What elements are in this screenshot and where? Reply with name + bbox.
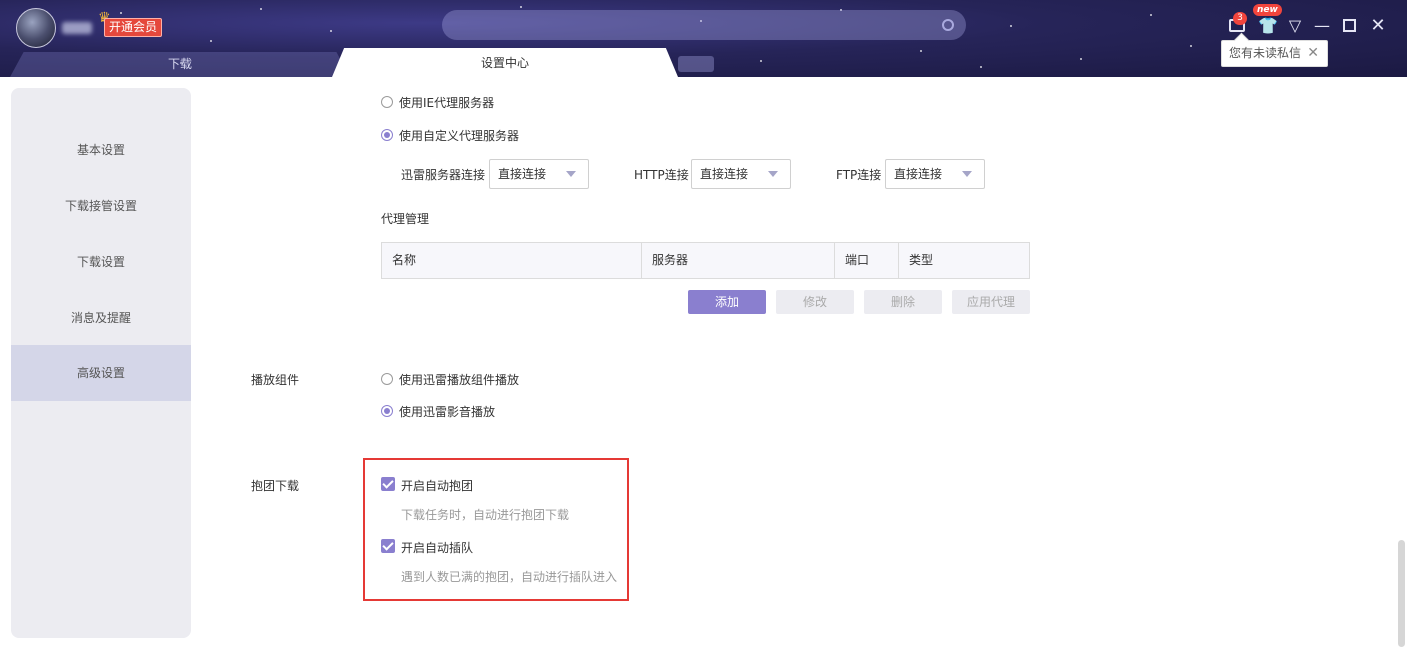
radio-custom-proxy[interactable] [381, 129, 393, 141]
menu-icon[interactable]: ▽ [1286, 17, 1304, 35]
close-icon[interactable]: ✕ [1307, 41, 1319, 66]
proxy-table-header: 名称 服务器 端口 类型 [381, 242, 1030, 279]
apply-proxy-button[interactable]: 应用代理 [952, 290, 1030, 314]
ftp-connection-select[interactable]: 直接连接 [885, 159, 985, 189]
vip-button[interactable]: 开通会员 [104, 18, 163, 37]
mail-count-badge: 3 [1233, 12, 1247, 25]
radio-ie-proxy-label[interactable]: 使用IE代理服务器 [399, 94, 494, 111]
username[interactable] [62, 22, 92, 34]
tooltip-text: 您有未读私信 [1229, 46, 1302, 60]
column-type: 类型 [909, 253, 934, 267]
maximize-icon[interactable] [1343, 19, 1356, 32]
close-icon[interactable]: ✕ [1369, 17, 1387, 35]
ftp-connection-label: FTP连接 [836, 168, 882, 182]
radio-xunlei-video-player-label[interactable]: 使用迅雷影音播放 [399, 403, 495, 420]
chevron-down-icon [768, 171, 778, 177]
skin-shirt-icon[interactable]: 👕 [1258, 17, 1278, 35]
highlight-annotation-box [363, 458, 629, 601]
xunlei-connection-value: 直接连接 [498, 167, 547, 181]
http-connection-value: 直接连接 [700, 167, 749, 181]
radio-ie-proxy[interactable] [381, 96, 393, 108]
xunlei-connection-select[interactable]: 直接连接 [489, 159, 589, 189]
http-connection-label: HTTP连接 [634, 168, 689, 182]
column-server: 服务器 [642, 243, 835, 278]
new-badge: new [1253, 4, 1282, 16]
delete-proxy-button[interactable]: 删除 [864, 290, 942, 314]
player-section-label: 播放组件 [251, 373, 300, 387]
proxy-management-title: 代理管理 [381, 212, 430, 226]
tab-download[interactable]: 下载 [10, 52, 350, 77]
chevron-down-icon [566, 171, 576, 177]
avatar[interactable] [16, 8, 56, 48]
radio-xunlei-player-component[interactable] [381, 373, 393, 385]
column-name: 名称 [382, 243, 642, 278]
sidebar-item-download[interactable]: 下载设置 [11, 234, 191, 290]
sidebar-item-download-takeover[interactable]: 下载接管设置 [11, 178, 191, 234]
group-download-section-label: 抱团下载 [251, 479, 300, 493]
ftp-connection-value: 直接连接 [894, 167, 943, 181]
radio-custom-proxy-label[interactable]: 使用自定义代理服务器 [399, 127, 519, 144]
xunlei-connection-label: 迅雷服务器连接 [401, 168, 486, 182]
chevron-down-icon [962, 171, 972, 177]
tab-settings-center[interactable]: 设置中心 [332, 48, 678, 77]
minimize-icon[interactable]: — [1313, 17, 1331, 35]
search-bar[interactable] [442, 10, 966, 40]
column-port: 端口 [835, 243, 899, 278]
sidebar-item-basic[interactable]: 基本设置 [11, 122, 191, 178]
add-proxy-button[interactable]: 添加 [688, 290, 766, 314]
settings-content: 使用IE代理服务器 使用自定义代理服务器 迅雷服务器连接 直接连接 HTTP连接… [191, 77, 1391, 650]
sidebar-item-advanced[interactable]: 高级设置 [11, 345, 191, 401]
radio-xunlei-video-player[interactable] [381, 405, 393, 417]
search-icon[interactable] [942, 19, 954, 31]
edit-proxy-button[interactable]: 修改 [776, 290, 854, 314]
http-connection-select[interactable]: 直接连接 [691, 159, 791, 189]
tab-bar: 下载 设置中心 [0, 48, 714, 77]
scrollbar-thumb[interactable] [1398, 540, 1405, 647]
title-bar: ♛ 开通会员 下载 设置中心 3 👕 new ▽ — ✕ [0, 0, 1407, 77]
unread-message-tooltip: 您有未读私信 ✕ [1221, 40, 1328, 67]
settings-sidebar: 基本设置 下载接管设置 下载设置 消息及提醒 高级设置 [11, 88, 191, 638]
sidebar-item-notifications[interactable]: 消息及提醒 [11, 290, 191, 346]
new-tab-button[interactable] [678, 56, 714, 72]
radio-xunlei-player-component-label[interactable]: 使用迅雷播放组件播放 [399, 371, 519, 388]
